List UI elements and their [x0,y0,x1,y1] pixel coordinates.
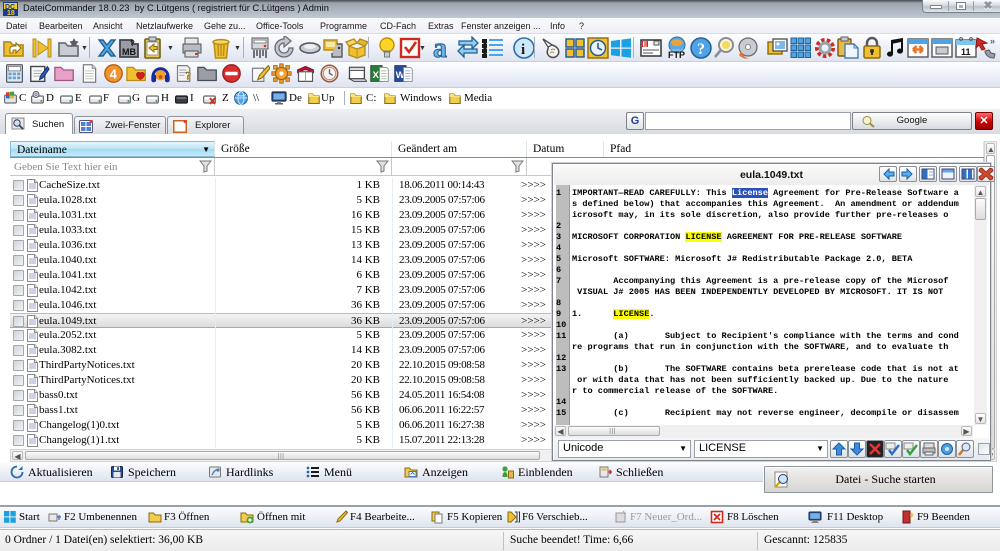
svg-text:X: X [373,70,380,81]
svg-text:i: i [521,42,525,58]
svg-text:?: ? [130,39,135,48]
svg-text:?: ? [697,41,705,58]
svg-text:FTP: FTP [668,50,685,60]
svg-text:E: E [643,42,648,49]
svg-text:?: ? [185,71,191,83]
svg-text:4: 4 [110,66,118,81]
svg-text:a: a [433,36,447,60]
svg-text:18: 18 [7,10,15,16]
svg-text:11: 11 [961,47,971,57]
svg-text:MB: MB [122,47,136,57]
